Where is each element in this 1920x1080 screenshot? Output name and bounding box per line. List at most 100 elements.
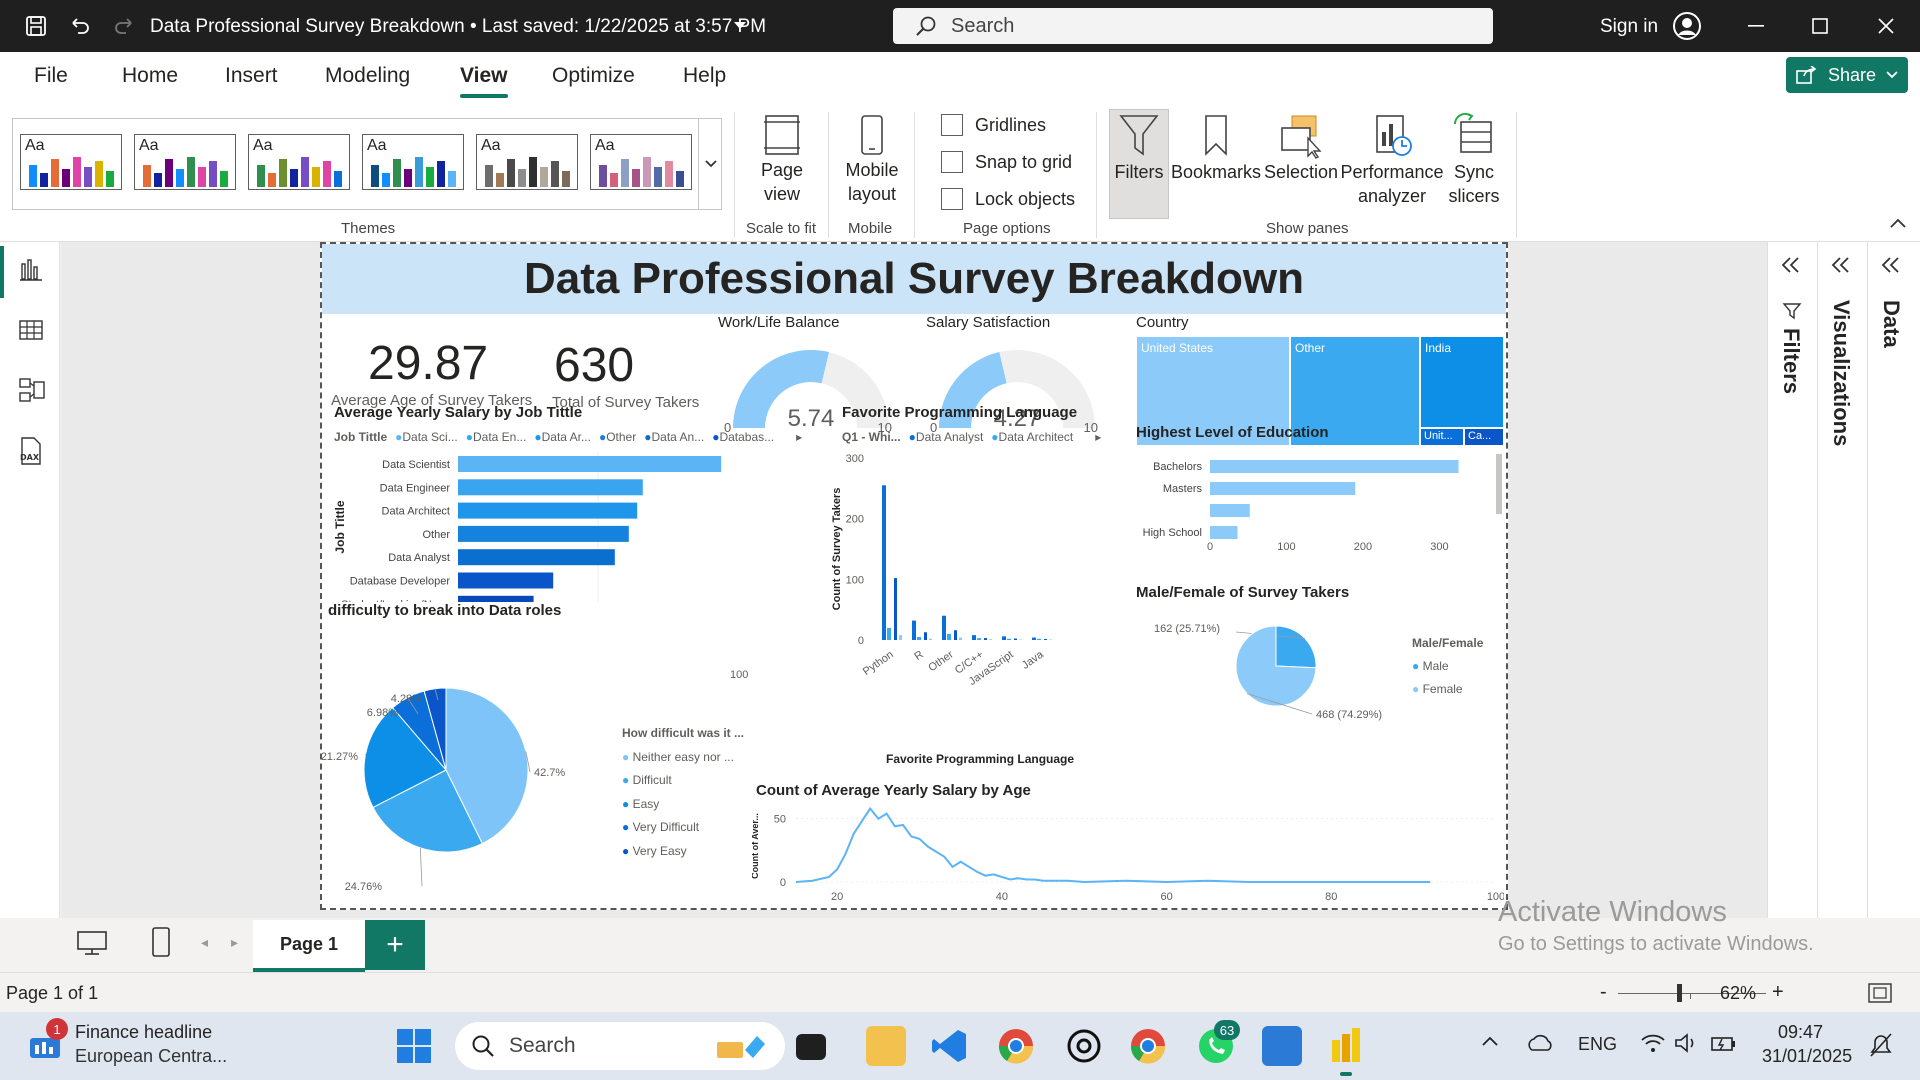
legend-item[interactable]: ● Very Easy	[622, 840, 744, 864]
theme-swatch[interactable]: Aa	[476, 134, 578, 190]
expand-filters-icon[interactable]	[1780, 256, 1802, 274]
legend-next-icon[interactable]: ▸	[1095, 430, 1101, 444]
save-icon[interactable]	[22, 12, 50, 40]
close-icon[interactable]	[1872, 14, 1900, 38]
menu-view[interactable]: View	[460, 64, 507, 88]
zoom-in-button[interactable]: +	[1772, 981, 1784, 1004]
legend-item[interactable]: ● Neither easy nor ...	[622, 746, 744, 770]
sign-in-link[interactable]: Sign in	[1600, 16, 1658, 38]
file-explorer-icon[interactable]	[866, 1026, 906, 1066]
page-view-button[interactable]: Page view	[745, 112, 819, 206]
next-page-icon[interactable]: ▸	[231, 934, 238, 951]
selection-button[interactable]: Selection	[1263, 112, 1339, 184]
theme-swatch[interactable]: Aa	[362, 134, 464, 190]
legend-next-icon[interactable]: ▸	[796, 430, 802, 444]
notifications-icon[interactable]	[1868, 1032, 1894, 1058]
theme-bar	[323, 161, 331, 187]
title-dropdown-icon[interactable]	[726, 12, 754, 40]
treemap-cell-india[interactable]: India	[1420, 336, 1504, 428]
desktop-layout-icon[interactable]	[77, 930, 107, 956]
report-view-icon[interactable]	[18, 258, 44, 282]
menu-file[interactable]: File	[34, 64, 68, 88]
legend-item[interactable]: ● Difficult	[622, 769, 744, 793]
menu-insert[interactable]: Insert	[225, 64, 278, 88]
vscode-icon[interactable]	[930, 1026, 970, 1066]
bookmarks-button[interactable]: Bookmarks	[1171, 112, 1261, 184]
page-tab-1[interactable]: Page 1	[253, 920, 365, 972]
collapse-ribbon-icon[interactable]	[1890, 218, 1906, 228]
legend-item[interactable]: ● Female	[1412, 678, 1483, 701]
clock-time[interactable]: 09:47	[1778, 1022, 1823, 1043]
legend-item[interactable]: ●Databas...	[712, 430, 774, 444]
legend-item[interactable]: ●Data Analyst	[909, 430, 984, 444]
expand-data-icon[interactable]	[1880, 256, 1902, 274]
start-icon[interactable]	[396, 1028, 432, 1064]
chatgpt-icon[interactable]	[1064, 1026, 1104, 1066]
legend-item[interactable]: ● Easy	[622, 793, 744, 817]
account-icon[interactable]	[1671, 10, 1703, 42]
zoom-slider-center	[1690, 993, 1691, 999]
volume-icon[interactable]	[1674, 1032, 1700, 1054]
legend-item[interactable]: ●Data Architect	[991, 430, 1073, 444]
add-page-button[interactable]: +	[365, 920, 425, 970]
gridlines-checkbox[interactable]: Gridlines	[941, 114, 1046, 136]
legend-item[interactable]: ● Very Difficult	[622, 816, 744, 840]
chrome-profile-icon[interactable]	[1128, 1026, 1168, 1066]
filters-pane-collapsed[interactable]: Filters	[1768, 242, 1818, 918]
mobile-layout-button[interactable]: Mobile layout	[836, 112, 908, 206]
data-pane-collapsed[interactable]: Data	[1868, 242, 1918, 918]
theme-swatch[interactable]: Aa	[590, 134, 692, 190]
lock-objects-checkbox[interactable]: Lock objects	[941, 188, 1075, 210]
search-box[interactable]: Search	[893, 8, 1493, 44]
task-view-icon[interactable]	[796, 1034, 826, 1060]
language-indicator[interactable]: ENG	[1578, 1034, 1617, 1055]
themes-expand-icon[interactable]	[698, 118, 722, 210]
share-button[interactable]: Share	[1786, 57, 1908, 93]
chrome-icon[interactable]	[996, 1026, 1036, 1066]
photos-icon[interactable]	[1262, 1026, 1302, 1066]
taskbar-search[interactable]: Search	[455, 1022, 785, 1070]
dax-query-icon[interactable]: DAX	[16, 436, 46, 466]
menu-modeling[interactable]: Modeling	[325, 64, 410, 88]
model-view-icon[interactable]	[18, 376, 46, 404]
legend-item[interactable]: ●Data En...	[466, 430, 527, 444]
menu-home[interactable]: Home	[122, 64, 178, 88]
prev-page-icon[interactable]: ◂	[201, 934, 208, 951]
maximize-icon[interactable]	[1806, 14, 1834, 38]
snap-to-grid-checkbox[interactable]: Snap to grid	[941, 151, 1072, 173]
onedrive-icon[interactable]	[1526, 1034, 1554, 1052]
legend-label: Easy	[632, 796, 660, 811]
legend-item[interactable]: ●Data Ar...	[534, 430, 591, 444]
tray-chevron-icon[interactable]	[1482, 1036, 1498, 1046]
legend-item[interactable]: ●Other	[599, 430, 636, 444]
legend-item[interactable]: ●Data An...	[644, 430, 704, 444]
wifi-icon[interactable]	[1640, 1032, 1666, 1054]
redo-icon[interactable]	[110, 12, 138, 40]
mobile-layout-icon[interactable]	[151, 926, 171, 958]
power-bi-icon[interactable]	[1326, 1026, 1366, 1066]
clock-date[interactable]: 31/01/2025	[1762, 1046, 1852, 1067]
column	[947, 633, 951, 640]
legend-item[interactable]: ●Data Sci...	[395, 430, 458, 444]
news-subtitle[interactable]: European Centra...	[75, 1046, 227, 1067]
expand-visualizations-icon[interactable]	[1830, 256, 1852, 274]
undo-icon[interactable]	[66, 12, 94, 40]
legend-item[interactable]: ● Male	[1412, 655, 1483, 678]
theme-swatch[interactable]: Aa	[248, 134, 350, 190]
sync-slicers-button[interactable]: Sync slicers	[1445, 112, 1503, 208]
visualizations-pane-collapsed[interactable]: Visualizations	[1818, 242, 1868, 918]
zoom-out-button[interactable]: -	[1600, 981, 1607, 1004]
table-view-icon[interactable]	[18, 318, 44, 342]
menu-help[interactable]: Help	[683, 64, 726, 88]
performance-analyzer-button[interactable]: Performance analyzer	[1340, 112, 1444, 208]
fit-to-page-icon[interactable]	[1868, 983, 1892, 1003]
menu-optimize[interactable]: Optimize	[552, 64, 635, 88]
zoom-value[interactable]: 62%	[1720, 983, 1756, 1004]
theme-swatch[interactable]: Aa	[134, 134, 236, 190]
news-title[interactable]: Finance headline	[75, 1022, 212, 1043]
battery-icon[interactable]	[1710, 1032, 1738, 1054]
bar	[1210, 526, 1238, 539]
theme-swatch[interactable]: Aa	[20, 134, 122, 190]
minimize-icon[interactable]	[1742, 14, 1770, 38]
zoom-slider-thumb[interactable]	[1677, 984, 1683, 1002]
